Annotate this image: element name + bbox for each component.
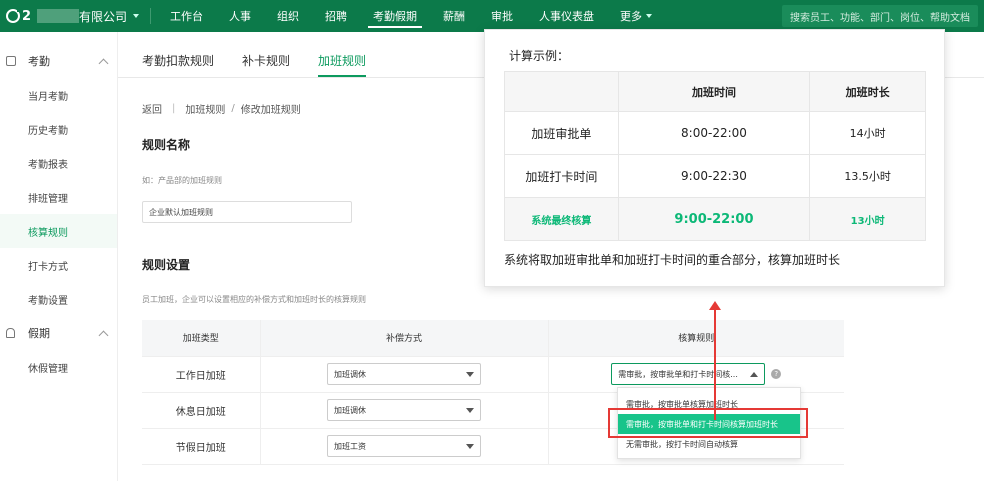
tabs: 考勤扣款规则 补卡规则 加班规则: [142, 52, 394, 77]
example-duration: 13小时: [809, 197, 926, 241]
rule-name-title: 规则名称: [142, 138, 191, 152]
tab-deduction-rules[interactable]: 考勤扣款规则: [142, 52, 214, 77]
sidebar-item-clockin[interactable]: 打卡方式: [0, 248, 117, 282]
example-duration: 14小时: [809, 111, 926, 155]
chevron-up-icon: [98, 58, 109, 68]
col-header-calc-rule: 核算规则: [548, 320, 844, 357]
sidebar-item-calc-rules[interactable]: 核算规则: [0, 214, 117, 248]
annotation-arrow-head: [709, 301, 721, 310]
col-header-type: 加班类型: [142, 320, 261, 357]
nav-divider: [150, 8, 151, 24]
col-header-compensation: 补偿方式: [260, 320, 549, 357]
select-value: 加班工资: [334, 441, 366, 451]
calc-example-popup: 计算示例： 加班时间 加班时长 加班审批单 8:00-22:00 14小时 加班…: [484, 29, 945, 287]
example-row: 加班打卡时间 9:00-22:30 13.5小时: [504, 154, 926, 198]
nav-item-approval[interactable]: 审批: [478, 0, 526, 32]
triangle-down-icon: [466, 371, 474, 377]
example-label: 系统最终核算: [504, 197, 619, 241]
nav-items: 工作台 人事 组织 招聘 考勤假期 薪酬 审批 人事仪表盘 更多: [157, 0, 665, 32]
calc-rule-select[interactable]: 需审批，按审批单和打卡时间核...: [611, 363, 766, 385]
sidebar-item-report[interactable]: 考勤报表: [0, 146, 117, 180]
example-col-time: 加班时间: [617, 71, 811, 112]
breadcrumb-slash: /: [231, 103, 235, 114]
sidebar-group-leave[interactable]: 假期: [0, 316, 117, 350]
logo-text: 2: [22, 8, 32, 24]
nav-item-dashboard[interactable]: 人事仪表盘: [526, 0, 607, 32]
nav-more[interactable]: 更多: [607, 0, 665, 32]
row-compensation-cell: 加班工资: [260, 428, 549, 465]
nav-item-attendance[interactable]: 考勤假期: [360, 0, 430, 32]
example-time: 9:00-22:00: [617, 197, 811, 241]
back-link[interactable]: 返回: [142, 101, 162, 116]
example-col-duration: 加班时长: [809, 71, 926, 112]
example-duration: 13.5小时: [809, 154, 926, 198]
nav-item-recruit[interactable]: 招聘: [312, 0, 360, 32]
nav-item-org[interactable]: 组织: [264, 0, 312, 32]
top-nav: 2 有限公司 工作台 人事 组织 招聘 考勤假期 薪酬 审批 人事仪表盘 更多 …: [0, 0, 984, 32]
rule-name-hint: 如：产品部的加班规则: [142, 176, 222, 185]
select-value: 加班调休: [334, 405, 366, 415]
example-table: 加班时间 加班时长 加班审批单 8:00-22:00 14小时 加班打卡时间 9…: [504, 71, 926, 241]
example-time: 9:00-22:30: [617, 154, 811, 198]
row-type: 休息日加班: [142, 392, 261, 429]
select-value: 加班调休: [334, 369, 366, 379]
company-switcher[interactable]: 2 有限公司: [0, 0, 148, 32]
company-name: 有限公司: [79, 9, 128, 24]
sidebar-item-monthly[interactable]: 当月考勤: [0, 78, 117, 112]
logo-icon: [6, 8, 21, 23]
popup-description: 系统将取加班审批单和加班打卡时间的重合部分，核算加班时长: [504, 253, 841, 267]
row-type: 节假日加班: [142, 428, 261, 465]
breadcrumb-current: 修改加班规则: [240, 105, 301, 116]
caret-down-icon: [133, 14, 140, 18]
nav-item-personnel[interactable]: 人事: [216, 0, 264, 32]
sidebar-group-label: 考勤: [28, 55, 50, 68]
example-col-blank: [504, 71, 619, 112]
row-compensation-cell: 加班调休: [260, 392, 549, 429]
tab-overtime-rules[interactable]: 加班规则: [318, 52, 367, 77]
triangle-down-icon: [466, 443, 474, 449]
caret-down-icon: [646, 14, 652, 18]
example-row: 加班审批单 8:00-22:00 14小时: [504, 111, 926, 155]
compensation-select[interactable]: 加班调休: [327, 363, 481, 385]
example-row-final: 系统最终核算 9:00-22:00 13小时: [504, 197, 926, 241]
rule-settings-hint: 员工加班，企业可以设置相应的补偿方式和加班时长的核算规则: [142, 295, 366, 304]
nav-more-label: 更多: [620, 10, 642, 23]
help-icon[interactable]: ?: [771, 368, 782, 379]
triangle-up-icon: [750, 371, 759, 377]
breadcrumb-parent[interactable]: 加班规则: [185, 101, 225, 116]
bell-icon: [6, 328, 15, 338]
sidebar-item-history[interactable]: 历史考勤: [0, 112, 117, 146]
annotation-arrow-line: [714, 308, 716, 420]
sidebar-group-attendance[interactable]: 考勤: [0, 44, 117, 78]
nav-item-salary[interactable]: 薪酬: [430, 0, 478, 32]
sidebar-item-leave-mgmt[interactable]: 休假管理: [0, 350, 117, 384]
global-search-input[interactable]: 搜索员工、功能、部门、岗位、帮助文档: [782, 5, 978, 27]
compensation-select[interactable]: 加班工资: [327, 435, 481, 457]
highlight-box: [608, 408, 808, 438]
sidebar-item-settings[interactable]: 考勤设置: [0, 282, 117, 316]
select-value: 需审批，按审批单和打卡时间核...: [618, 369, 738, 379]
row-type: 工作日加班: [142, 356, 261, 393]
example-time: 8:00-22:00: [617, 111, 811, 155]
company-name-redacted: [37, 9, 80, 23]
sidebar: 考勤 当月考勤 历史考勤 考勤报表 排班管理 核算规则 打卡方式 考勤设置 假期…: [0, 32, 118, 481]
example-label: 加班审批单: [504, 111, 619, 155]
chevron-up-icon: [98, 330, 109, 340]
example-label: 加班打卡时间: [504, 154, 619, 198]
nav-item-workbench[interactable]: 工作台: [157, 0, 216, 32]
table-header-row: 加班类型 补偿方式 核算规则: [142, 320, 844, 357]
sidebar-group-label: 假期: [28, 327, 50, 340]
sidebar-item-schedule[interactable]: 排班管理: [0, 180, 117, 214]
example-header-row: 加班时间 加班时长: [504, 71, 926, 112]
tab-makeup-rules[interactable]: 补卡规则: [242, 52, 290, 77]
breadcrumb-divider: |: [172, 103, 176, 114]
rule-settings-title: 规则设置: [142, 258, 191, 272]
rule-name-input[interactable]: 企业默认加班规则: [142, 201, 352, 223]
popup-title: 计算示例：: [509, 49, 570, 63]
compensation-select[interactable]: 加班调休: [327, 399, 481, 421]
row-compensation-cell: 加班调休: [260, 356, 549, 393]
triangle-down-icon: [466, 407, 474, 413]
calendar-icon: [6, 56, 16, 66]
breadcrumb: 返回 | 加班规则 / 修改加班规则: [142, 101, 301, 116]
